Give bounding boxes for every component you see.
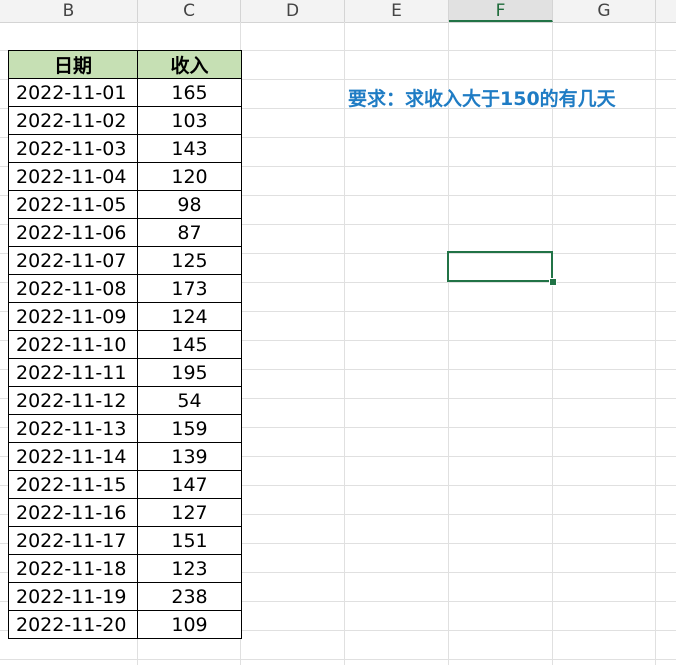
income-cell[interactable]: 124 (137, 302, 242, 331)
column-header-g[interactable]: G (553, 0, 656, 22)
date-cell[interactable]: 2022-11-01 (8, 78, 138, 107)
date-cell[interactable]: 2022-11-13 (8, 414, 138, 443)
income-cell[interactable]: 173 (137, 274, 242, 303)
grid-line-vertical (552, 22, 553, 665)
table-row: 2022-11-13 159 (8, 414, 242, 443)
date-cell[interactable]: 2022-11-03 (8, 134, 138, 163)
date-cell[interactable]: 2022-11-17 (8, 526, 138, 555)
date-cell[interactable]: 2022-11-11 (8, 358, 138, 387)
date-cell[interactable]: 2022-11-20 (8, 610, 138, 639)
table-row: 2022-11-20 109 (8, 610, 242, 639)
table-row: 2022-11-14 139 (8, 442, 242, 471)
income-cell[interactable]: 123 (137, 554, 242, 583)
income-cell[interactable]: 145 (137, 330, 242, 359)
column-header-e[interactable]: E (345, 0, 449, 22)
table-row: 2022-11-08 173 (8, 274, 242, 303)
income-cell[interactable]: 165 (137, 78, 242, 107)
table-row: 2022-11-18 123 (8, 554, 242, 583)
income-cell[interactable]: 139 (137, 442, 242, 471)
date-cell[interactable]: 2022-11-04 (8, 162, 138, 191)
date-cell[interactable]: 2022-11-12 (8, 386, 138, 415)
income-cell[interactable]: 195 (137, 358, 242, 387)
date-cell[interactable]: 2022-11-10 (8, 330, 138, 359)
table-row: 2022-11-16 127 (8, 498, 242, 527)
table-row: 2022-11-05 98 (8, 190, 242, 219)
income-cell[interactable]: 147 (137, 470, 242, 499)
income-cell[interactable]: 127 (137, 498, 242, 527)
date-cell[interactable]: 2022-11-19 (8, 582, 138, 611)
table-row: 2022-11-12 54 (8, 386, 242, 415)
grid-line-vertical (344, 22, 345, 665)
date-cell[interactable]: 2022-11-02 (8, 106, 138, 135)
income-cell[interactable]: 109 (137, 610, 242, 639)
table-row: 2022-11-02 103 (8, 106, 242, 135)
income-table: 日期 收入 2022-11-01 165 2022-11-02 103 2022-11-… (8, 50, 242, 639)
header-income[interactable]: 收入 (137, 50, 242, 79)
table-row: 2022-11-10 145 (8, 330, 242, 359)
table-row: 2022-11-03 143 (8, 134, 242, 163)
date-cell[interactable]: 2022-11-18 (8, 554, 138, 583)
requirement-note[interactable]: 要求：求收入大于150的有几天 (348, 84, 616, 111)
column-header-bar: BCDEFG (0, 0, 676, 23)
income-cell[interactable]: 159 (137, 414, 242, 443)
table-row: 2022-11-19 238 (8, 582, 242, 611)
income-cell[interactable]: 103 (137, 106, 242, 135)
grid-line-vertical (448, 22, 449, 665)
active-cell-selection[interactable] (447, 251, 553, 282)
date-cell[interactable]: 2022-11-06 (8, 218, 138, 247)
table-row: 2022-11-11 195 (8, 358, 242, 387)
table-row: 2022-11-17 151 (8, 526, 242, 555)
income-cell[interactable]: 238 (137, 582, 242, 611)
income-cell[interactable]: 120 (137, 162, 242, 191)
income-cell[interactable]: 151 (137, 526, 242, 555)
fill-handle[interactable] (549, 278, 557, 286)
table-row: 2022-11-06 87 (8, 218, 242, 247)
table-row: 2022-11-04 120 (8, 162, 242, 191)
table-row: 2022-11-09 124 (8, 302, 242, 331)
income-cell[interactable]: 87 (137, 218, 242, 247)
date-cell[interactable]: 2022-11-16 (8, 498, 138, 527)
column-header-d[interactable]: D (241, 0, 345, 22)
income-cell[interactable]: 54 (137, 386, 242, 415)
table-header-row: 日期 收入 (8, 50, 242, 79)
date-cell[interactable]: 2022-11-09 (8, 302, 138, 331)
income-cell[interactable]: 143 (137, 134, 242, 163)
table-row: 2022-11-07 125 (8, 246, 242, 275)
table-row: 2022-11-01 165 (8, 78, 242, 107)
income-cell[interactable]: 125 (137, 246, 242, 275)
column-header-c[interactable]: C (138, 0, 241, 22)
column-header-b[interactable]: B (0, 0, 138, 22)
grid-line-vertical (655, 22, 656, 665)
table-row: 2022-11-15 147 (8, 470, 242, 499)
grid-line-horizontal (0, 659, 676, 660)
date-cell[interactable]: 2022-11-08 (8, 274, 138, 303)
column-header-f[interactable]: F (449, 0, 553, 22)
header-date[interactable]: 日期 (8, 50, 138, 79)
income-cell[interactable]: 98 (137, 190, 242, 219)
date-cell[interactable]: 2022-11-07 (8, 246, 138, 275)
date-cell[interactable]: 2022-11-05 (8, 190, 138, 219)
date-cell[interactable]: 2022-11-14 (8, 442, 138, 471)
date-cell[interactable]: 2022-11-15 (8, 470, 138, 499)
